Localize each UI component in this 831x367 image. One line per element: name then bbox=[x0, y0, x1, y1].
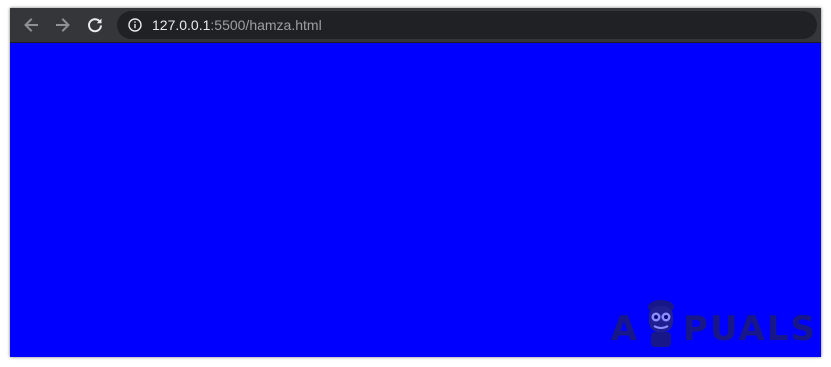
arrow-right-icon bbox=[56, 18, 70, 32]
url-path: :5500/hamza.html bbox=[210, 17, 322, 33]
page-content: A PUALS bbox=[10, 43, 821, 357]
reload-button[interactable] bbox=[82, 12, 108, 38]
appuals-mascot-icon bbox=[648, 300, 675, 347]
appuals-watermark: A PUALS bbox=[611, 297, 817, 349]
watermark-left-text: A bbox=[610, 309, 640, 349]
url-host: 127.0.0.1 bbox=[152, 17, 211, 33]
browser-toolbar: 127.0.0.1:5500/hamza.html bbox=[10, 8, 821, 43]
arrow-left-icon bbox=[24, 18, 38, 32]
reload-icon bbox=[88, 18, 102, 33]
forward-button[interactable] bbox=[50, 12, 76, 38]
watermark-right-text: PUALS bbox=[683, 309, 817, 349]
address-bar[interactable]: 127.0.0.1:5500/hamza.html bbox=[117, 11, 817, 39]
address-url[interactable]: 127.0.0.1:5500/hamza.html bbox=[152, 17, 322, 33]
info-circle-icon[interactable] bbox=[128, 18, 142, 32]
back-button[interactable] bbox=[18, 12, 44, 38]
browser-window: 127.0.0.1:5500/hamza.html A PUALS bbox=[10, 8, 821, 357]
